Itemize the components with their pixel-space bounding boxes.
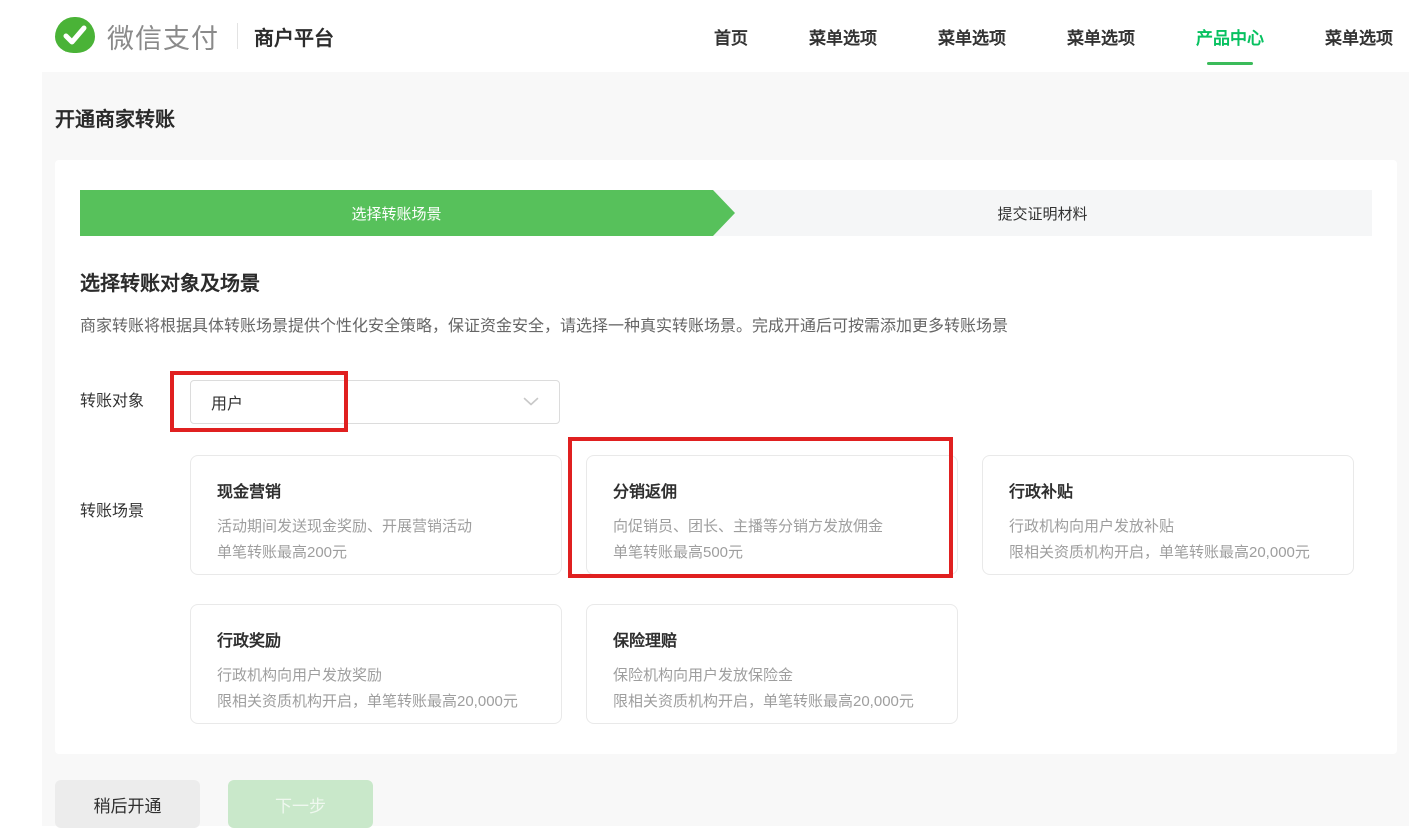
scene-card-desc: 行政机构向用户发放补贴 (1009, 514, 1327, 540)
transfer-scene-label: 转账场景 (80, 455, 190, 724)
nav-item-menu-1[interactable]: 菜单选项 (809, 24, 877, 49)
scene-card-desc: 行政机构向用户发放奖励 (217, 663, 535, 689)
scene-card-title: 行政补贴 (1009, 478, 1327, 502)
scene-card-desc: 活动期间发送现金奖励、开展营销活动 (217, 514, 535, 540)
content-card: 选择转账场景 提交证明材料 选择转账对象及场景 商家转账将根据具体转账场景提供个… (55, 160, 1397, 754)
scene-card-title: 分销返佣 (613, 478, 931, 502)
top-navigation: 微信支付 商户平台 首页 菜单选项 菜单选项 菜单选项 产品中心 菜单选项 (0, 0, 1409, 72)
step-submit-materials: 提交证明材料 (713, 190, 1372, 236)
footer-actions: 稍后开通 下一步 (55, 780, 1397, 828)
section-description: 商家转账将根据具体转账场景提供个性化安全策略，保证资金安全，请选择一种真实转账场… (80, 316, 1372, 338)
nav-item-menu-3[interactable]: 菜单选项 (1067, 24, 1135, 49)
scene-card-title: 保险理赔 (613, 627, 931, 651)
logo-text: 微信支付 (107, 17, 219, 56)
scene-card-limit: 限相关资质机构开启，单笔转账最高20,000元 (613, 689, 931, 715)
scene-card-distribution-commission[interactable]: 分销返佣 向促销员、团长、主播等分销方发放佣金 单笔转账最高500元 (586, 455, 958, 575)
scene-card-cash-marketing[interactable]: 现金营销 活动期间发送现金奖励、开展营销活动 单笔转账最高200元 (190, 455, 562, 575)
open-later-button[interactable]: 稍后开通 (55, 780, 200, 828)
progress-steps: 选择转账场景 提交证明材料 (80, 190, 1372, 236)
scene-card-insurance-claim[interactable]: 保险理赔 保险机构向用户发放保险金 限相关资质机构开启，单笔转账最高20,000… (586, 604, 958, 724)
active-nav-underline (1207, 62, 1253, 65)
brand: 微信支付 商户平台 (55, 17, 334, 56)
scene-card-title: 行政奖励 (217, 627, 535, 651)
page-title: 开通商家转账 (55, 106, 1397, 134)
transfer-target-value: 用户 (211, 390, 243, 414)
scene-card-limit: 单笔转账最高200元 (217, 540, 535, 566)
scene-card-admin-reward[interactable]: 行政奖励 行政机构向用户发放奖励 限相关资质机构开启，单笔转账最高20,000元 (190, 604, 562, 724)
transfer-target-row: 转账对象 用户 (80, 380, 1372, 424)
brand-divider (237, 23, 238, 49)
scene-card-grid: 现金营销 活动期间发送现金奖励、开展营销活动 单笔转账最高200元 分销返佣 向… (190, 455, 1354, 724)
chevron-down-icon (523, 393, 539, 411)
nav-item-home[interactable]: 首页 (714, 24, 748, 49)
page-panel: 开通商家转账 选择转账场景 提交证明材料 选择转账对象及场景 商家转账将根据具体… (42, 72, 1409, 826)
scene-card-limit: 限相关资质机构开启，单笔转账最高20,000元 (217, 689, 535, 715)
nav-item-label: 产品中心 (1196, 29, 1264, 48)
section-heading: 选择转账对象及场景 (80, 270, 1372, 298)
scene-card-limit: 单笔转账最高500元 (613, 540, 931, 566)
scene-card-title: 现金营销 (217, 478, 535, 502)
next-step-button[interactable]: 下一步 (228, 780, 373, 828)
step-select-scene: 选择转账场景 (80, 190, 713, 236)
wechat-pay-logo-icon (55, 17, 95, 55)
nav-item-product-center[interactable]: 产品中心 (1196, 24, 1264, 49)
transfer-scene-row: 转账场景 现金营销 活动期间发送现金奖励、开展营销活动 单笔转账最高200元 分… (80, 455, 1372, 724)
scene-card-desc: 保险机构向用户发放保险金 (613, 663, 931, 689)
transfer-target-select[interactable]: 用户 (190, 380, 560, 424)
scene-card-limit: 限相关资质机构开启，单笔转账最高20,000元 (1009, 540, 1327, 566)
nav-item-menu-2[interactable]: 菜单选项 (938, 24, 1006, 49)
scene-card-admin-subsidy[interactable]: 行政补贴 行政机构向用户发放补贴 限相关资质机构开启，单笔转账最高20,000元 (982, 455, 1354, 575)
transfer-target-label: 转账对象 (80, 380, 190, 424)
scene-card-desc: 向促销员、团长、主播等分销方发放佣金 (613, 514, 931, 540)
portal-title: 商户平台 (254, 22, 334, 51)
nav-links: 首页 菜单选项 菜单选项 菜单选项 产品中心 菜单选项 (714, 24, 1393, 49)
nav-item-menu-4[interactable]: 菜单选项 (1325, 24, 1393, 49)
